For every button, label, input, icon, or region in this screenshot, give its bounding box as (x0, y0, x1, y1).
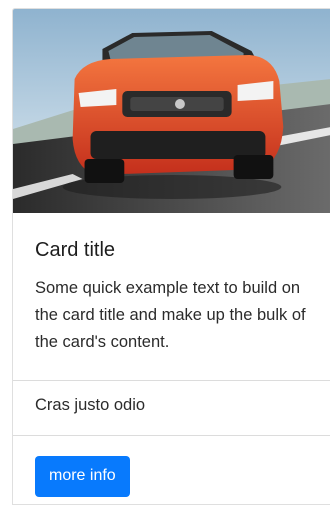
card-body: Card title Some quick example text to bu… (13, 213, 330, 356)
card-text: Some quick example text to build on the … (35, 279, 306, 351)
card-footer: more info (13, 436, 330, 504)
card-image-car (13, 9, 330, 213)
list-item: Cras justo odio (35, 396, 146, 414)
card: Card title Some quick example text to bu… (12, 8, 330, 505)
more-info-button[interactable]: more info (35, 456, 130, 497)
card-title: Card title (35, 239, 116, 261)
